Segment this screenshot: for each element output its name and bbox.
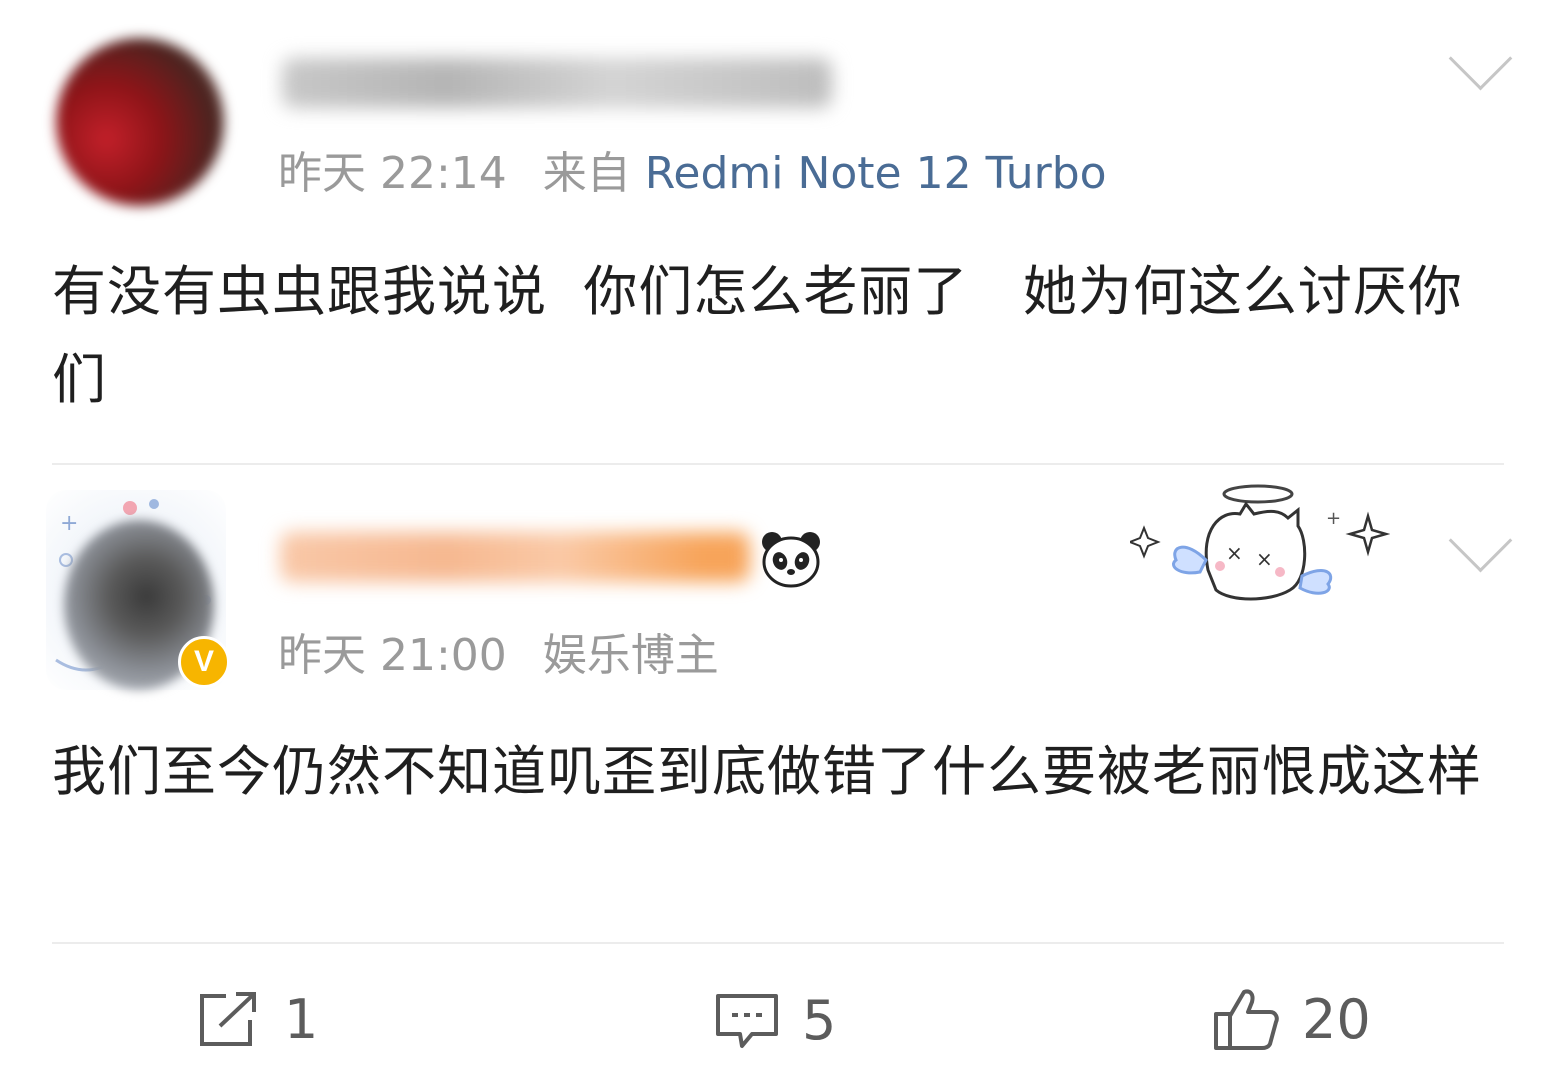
divider — [52, 942, 1504, 944]
share-icon — [200, 992, 256, 1046]
repost-button[interactable]: 1 — [196, 990, 318, 1050]
comment-count: 5 — [802, 989, 837, 1052]
thumbs-up-icon — [1214, 989, 1279, 1050]
source-prefix: 来自 — [542, 148, 631, 199]
comment-meta: 昨天 21:00 娱乐博主 — [278, 634, 719, 678]
like-button[interactable]: 20 — [1212, 986, 1371, 1054]
svg-text:+: + — [60, 511, 78, 536]
user-avatar[interactable] — [56, 38, 224, 206]
comment-icon — [716, 994, 778, 1048]
panda-icon — [762, 532, 820, 588]
svg-text:×: × — [1226, 541, 1243, 565]
comment-text: 我们至今仍然不知道叽歪到底做错了什么要被老丽恨成这样 — [52, 740, 1482, 803]
comment-text: 有没有虫虫跟我说说 你们怎么老丽了 她为何这么讨厌你们 — [52, 260, 1463, 411]
angel-cat-sticker-icon: × × + — [1130, 484, 1390, 601]
username-blurred[interactable] — [280, 532, 750, 582]
comment-meta: 昨天 22:14 来自 Redmi Note 12 Turbo — [278, 152, 1107, 196]
like-count: 20 — [1302, 988, 1371, 1051]
comment-button[interactable]: 5 — [714, 990, 836, 1052]
timestamp: 昨天 22:14 — [278, 148, 507, 199]
user-tag: 娱乐博主 — [542, 630, 719, 681]
timestamp: 昨天 21:00 — [278, 630, 507, 681]
svg-text:+: + — [1326, 508, 1341, 529]
divider — [52, 463, 1504, 465]
username-blurred[interactable] — [282, 58, 832, 108]
chevron-down-icon[interactable] — [1448, 26, 1513, 91]
device-link[interactable]: Redmi Note 12 Turbo — [645, 148, 1107, 199]
verified-badge: V — [178, 636, 230, 688]
repost-count: 1 — [284, 988, 319, 1051]
chevron-down-icon[interactable] — [1448, 508, 1513, 573]
svg-text:×: × — [1256, 547, 1273, 571]
